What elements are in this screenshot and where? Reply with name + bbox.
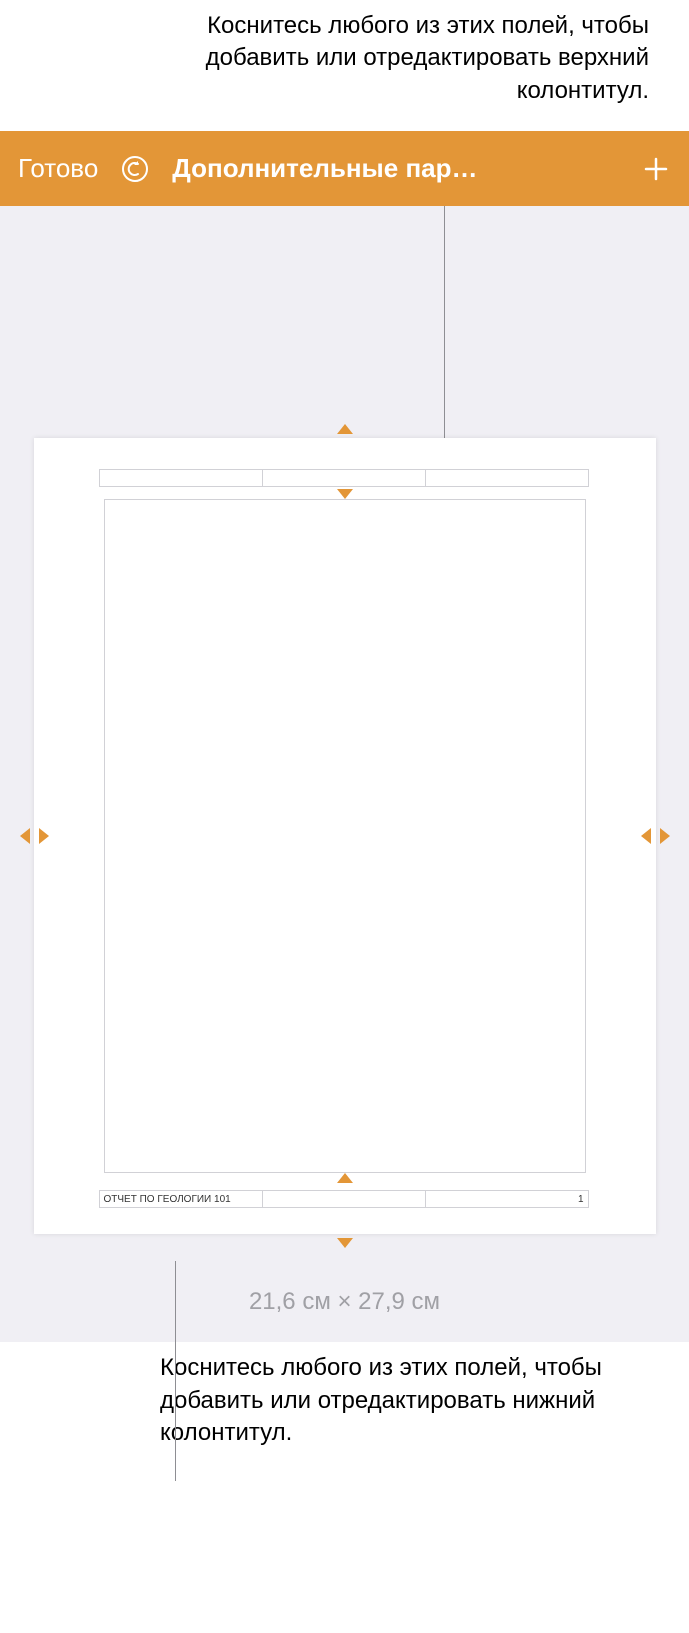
header-field-left[interactable] (99, 469, 263, 487)
header-field-right[interactable] (426, 469, 589, 487)
margin-handle-page-top[interactable] (337, 424, 353, 434)
footer-field-center[interactable] (263, 1190, 426, 1208)
document-page: ОТЧЕТ ПО ГЕОЛОГИИ 101 1 (34, 438, 656, 1234)
footer-row: ОТЧЕТ ПО ГЕОЛОГИИ 101 1 (99, 1190, 589, 1208)
done-button[interactable]: Готово (18, 153, 98, 184)
document-canvas: ОТЧЕТ ПО ГЕОЛОГИИ 101 1 21,6 см × 27,9 с… (0, 206, 689, 1342)
callout-leader-line-bottom (175, 1261, 176, 1481)
footer-field-right[interactable]: 1 (426, 1190, 589, 1208)
margin-handle-page-bottom[interactable] (337, 1238, 353, 1248)
callout-footer: Коснитесь любого из этих полей, чтобы до… (0, 1342, 689, 1469)
margin-handle-page-left[interactable] (20, 828, 30, 844)
header-field-center[interactable] (263, 469, 426, 487)
page-title: Дополнительные пар… (172, 153, 619, 184)
toolbar: Готово Дополнительные пар… (0, 131, 689, 206)
undo-icon[interactable] (120, 154, 150, 184)
header-row (99, 469, 589, 487)
content-area[interactable] (104, 499, 586, 1173)
footer-field-left[interactable]: ОТЧЕТ ПО ГЕОЛОГИИ 101 (99, 1190, 263, 1208)
margin-handle-page-right[interactable] (660, 828, 670, 844)
margin-handle-left[interactable] (39, 828, 49, 844)
page-dimensions-label: 21,6 см × 27,9 см (249, 1234, 440, 1342)
callout-header: Коснитесь любого из этих полей, чтобы до… (0, 0, 689, 107)
margin-handle-right[interactable] (641, 828, 651, 844)
margin-handle-top[interactable] (337, 489, 353, 499)
plus-icon[interactable] (641, 154, 671, 184)
margin-handle-bottom[interactable] (337, 1173, 353, 1183)
